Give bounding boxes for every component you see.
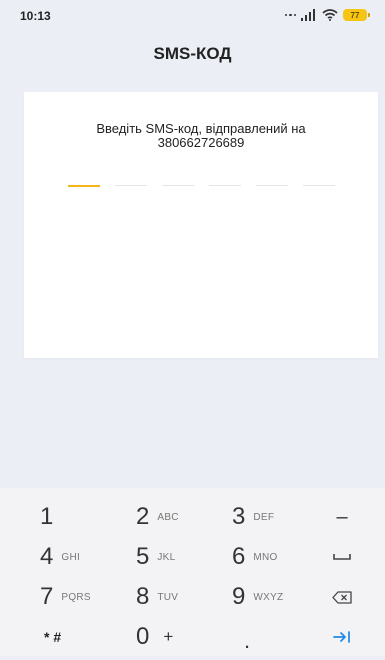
- key-6-letters: MNO: [253, 551, 278, 563]
- minus-symbol: –: [336, 505, 348, 528]
- key-8-number: 8: [136, 583, 150, 610]
- instruction-line1: Введіть SMS-код, відправлений на: [96, 121, 306, 136]
- status-icons: 77: [284, 8, 370, 22]
- key-3-letters: DEF: [253, 511, 275, 523]
- key-1[interactable]: 1: [40, 498, 53, 536]
- key-6[interactable]: 6 MNO: [232, 538, 278, 576]
- key-9-letters: WXYZ: [253, 591, 284, 603]
- key-4-number: 4: [40, 543, 54, 570]
- dot-symbol: .: [244, 628, 251, 653]
- key-0-plus: +: [163, 627, 174, 646]
- key-5-number: 5: [136, 543, 150, 570]
- key-7-number: 7: [40, 583, 54, 610]
- key-1-number: 1: [40, 503, 54, 530]
- backspace-icon: [332, 590, 352, 604]
- code-slot-6[interactable]: [303, 185, 335, 186]
- key-9[interactable]: 9 WXYZ: [232, 578, 283, 616]
- key-4[interactable]: 4 GHI: [40, 538, 80, 576]
- more-dots-icon: [284, 13, 296, 17]
- key-5-letters: JKL: [157, 551, 176, 563]
- symbols-label: * #: [44, 629, 62, 645]
- key-2-letters: ABC: [157, 511, 179, 523]
- key-2[interactable]: 2 ABC: [136, 498, 179, 536]
- key-7[interactable]: 7 PQRS: [40, 578, 91, 616]
- battery-level: 77: [350, 10, 360, 20]
- key-6-number: 6: [232, 543, 246, 570]
- minus-key[interactable]: –: [327, 502, 357, 532]
- tab-next-icon: [333, 631, 350, 643]
- instruction-text: Введіть SMS-код, відправлений на 3806627…: [24, 122, 378, 150]
- numeric-keyboard: 1 2 ABC 3 DEF – 4 GHI 5 JKL 6 MNO 7 PQRS…: [0, 488, 385, 656]
- phone-number: 380662726689: [157, 135, 245, 150]
- sms-code-card: Введіть SMS-код, відправлений на 3806627…: [24, 92, 378, 358]
- battery-icon: 77: [343, 9, 370, 21]
- key-3[interactable]: 3 DEF: [232, 498, 274, 536]
- code-slot-3[interactable]: [162, 185, 194, 186]
- status-bar: 10:13 77: [0, 0, 385, 30]
- key-4-letters: GHI: [61, 551, 81, 563]
- symbols-key[interactable]: * #: [44, 618, 61, 656]
- space-key[interactable]: [327, 542, 357, 572]
- key-9-number: 9: [232, 583, 246, 610]
- backspace-key[interactable]: [327, 582, 357, 612]
- key-0[interactable]: 0 +: [136, 618, 173, 656]
- code-slot-5[interactable]: [256, 185, 288, 186]
- page-title: SMS-КОД: [153, 44, 232, 63]
- space-icon: [333, 554, 351, 560]
- signal-icon: [301, 9, 315, 21]
- status-time: 10:13: [20, 9, 51, 23]
- code-slot-4[interactable]: [209, 185, 241, 186]
- code-slot-1[interactable]: [68, 185, 100, 187]
- key-8-letters: TUV: [157, 591, 179, 603]
- next-key[interactable]: [327, 622, 357, 652]
- code-input-row[interactable]: [68, 185, 336, 189]
- dot-key[interactable]: .: [244, 622, 250, 660]
- key-2-number: 2: [136, 503, 150, 530]
- key-0-number: 0: [136, 623, 150, 650]
- key-5[interactable]: 5 JKL: [136, 538, 176, 576]
- key-3-number: 3: [232, 503, 246, 530]
- key-7-letters: PQRS: [61, 591, 91, 603]
- key-8[interactable]: 8 TUV: [136, 578, 178, 616]
- code-slot-2[interactable]: [115, 185, 147, 186]
- wifi-icon: [322, 9, 338, 21]
